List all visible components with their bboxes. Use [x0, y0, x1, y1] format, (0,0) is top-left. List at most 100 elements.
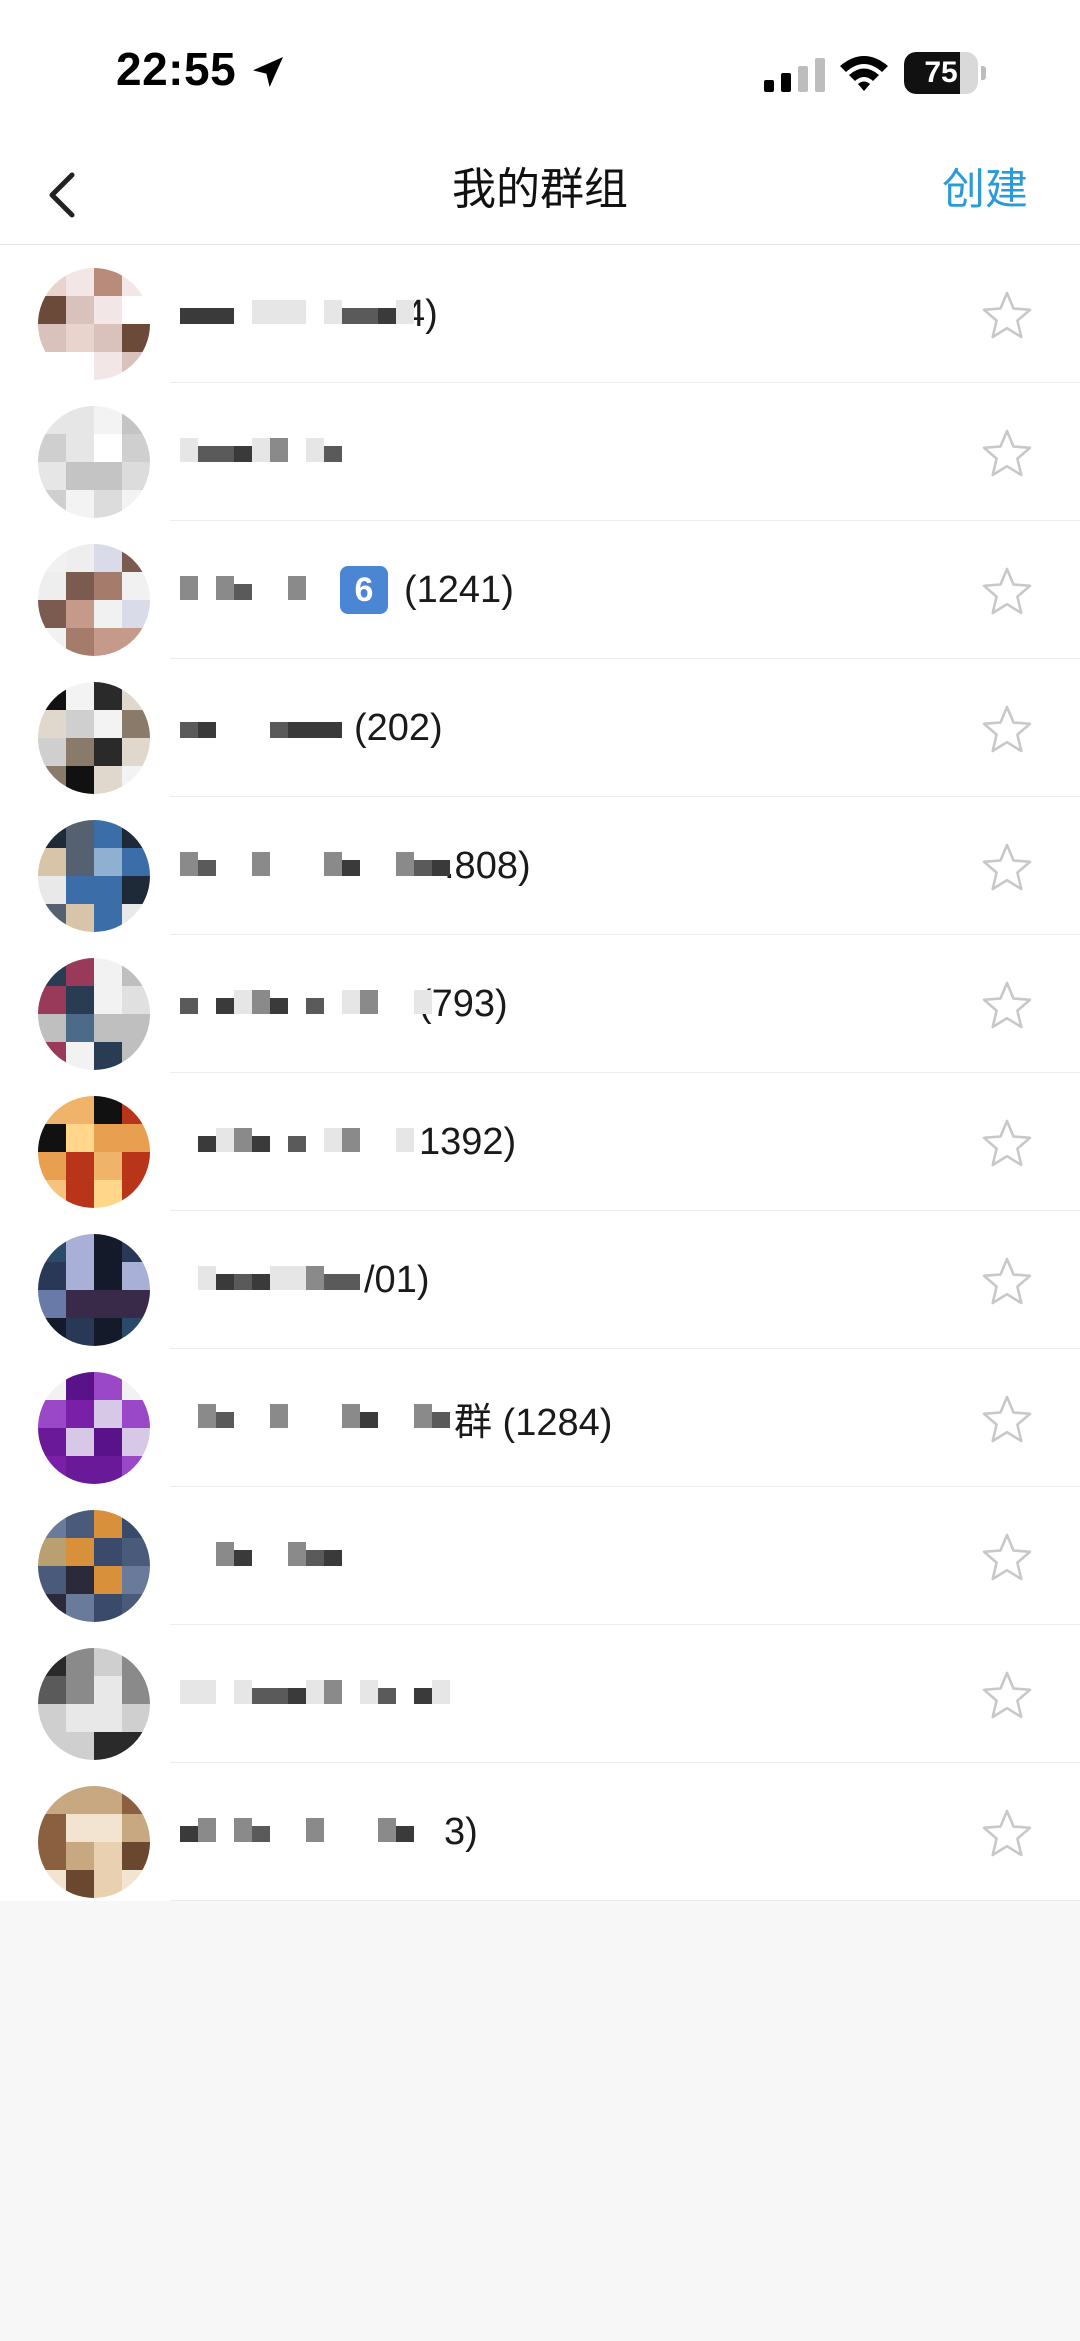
group-row[interactable]: 6 (1241) — [0, 521, 1080, 659]
name-mosaic-block — [252, 1688, 270, 1704]
name-mosaic-block — [432, 860, 450, 876]
name-mosaic-block — [234, 990, 252, 1014]
star-icon[interactable] — [980, 1393, 1034, 1447]
avatar-mosaic-cell — [38, 1842, 66, 1870]
name-mosaic-block — [342, 1128, 360, 1152]
avatar-mosaic-cell — [94, 572, 122, 600]
avatar-mosaic-cell — [66, 324, 94, 352]
group-row[interactable]: .808) — [0, 797, 1080, 935]
avatar-mosaic-cell — [94, 986, 122, 1014]
group-avatar — [38, 1096, 150, 1208]
avatar-mosaic-cell — [122, 1870, 150, 1898]
name-mosaic-block — [324, 446, 342, 462]
name-mosaic-block — [396, 1826, 414, 1842]
avatar-mosaic-cell — [66, 1566, 94, 1594]
avatar-mosaic-cell — [122, 904, 150, 932]
group-row[interactable]: 4) — [0, 245, 1080, 383]
name-mosaic-block — [324, 1550, 342, 1566]
name-mosaic-block — [378, 1688, 396, 1704]
battery-percent: 75 — [924, 56, 958, 89]
name-mosaic-block — [252, 1274, 270, 1290]
group-row[interactable]: 1392) — [0, 1073, 1080, 1211]
avatar-mosaic-cell — [66, 1400, 94, 1428]
avatar-mosaic-cell — [122, 1014, 150, 1042]
avatar-mosaic-cell — [38, 268, 66, 296]
group-row[interactable] — [0, 1487, 1080, 1625]
avatar-mosaic-cell — [38, 1732, 66, 1760]
name-mosaic-block — [252, 300, 270, 324]
avatar-mosaic-cell — [66, 682, 94, 710]
group-row[interactable]: (202) — [0, 659, 1080, 797]
avatar-mosaic-cell — [94, 1318, 122, 1346]
avatar-mosaic-cell — [38, 296, 66, 324]
name-mosaic-block — [252, 1136, 270, 1152]
avatar-mosaic-cell — [66, 1428, 94, 1456]
avatar-mosaic-cell — [122, 434, 150, 462]
avatar-mosaic-cell — [66, 710, 94, 738]
group-row[interactable]: (793) — [0, 935, 1080, 1073]
group-row[interactable] — [0, 1625, 1080, 1763]
group-row[interactable]: 群 (1284) — [0, 1349, 1080, 1487]
avatar-mosaic-cell — [38, 876, 66, 904]
name-mosaic-block — [198, 1136, 216, 1152]
star-icon[interactable] — [980, 979, 1034, 1033]
name-mosaic-block — [342, 1404, 360, 1428]
name-mosaic-block — [216, 1274, 234, 1290]
avatar-mosaic-cell — [94, 1842, 122, 1870]
avatar-mosaic-cell — [66, 406, 94, 434]
name-mosaic-block — [288, 1136, 306, 1152]
star-icon[interactable] — [980, 427, 1034, 481]
name-mosaic-block — [432, 1412, 450, 1428]
avatar-mosaic-cell — [66, 1704, 94, 1732]
avatar-mosaic-cell — [122, 1786, 150, 1814]
name-mosaic-block — [396, 300, 414, 324]
avatar-mosaic-cell — [38, 600, 66, 628]
avatar-mosaic-cell — [38, 820, 66, 848]
group-name: 3) — [180, 1798, 478, 1866]
group-row[interactable]: 3) — [0, 1763, 1080, 1901]
name-mosaic-block — [198, 1404, 216, 1428]
star-icon[interactable] — [980, 1531, 1034, 1585]
star-icon[interactable] — [980, 703, 1034, 757]
name-mosaic-block — [324, 852, 342, 876]
group-row[interactable] — [0, 383, 1080, 521]
star-icon[interactable] — [980, 289, 1034, 343]
star-icon[interactable] — [980, 1117, 1034, 1171]
avatar-mosaic-cell — [122, 352, 150, 380]
name-mosaic-block — [288, 1542, 306, 1566]
avatar-mosaic-cell — [94, 1732, 122, 1760]
avatar-mosaic-cell — [94, 710, 122, 738]
avatar-mosaic-cell — [122, 1456, 150, 1484]
avatar-mosaic-cell — [38, 462, 66, 490]
star-icon[interactable] — [980, 1669, 1034, 1723]
battery-icon: 75 — [904, 52, 986, 94]
avatar-mosaic-cell — [66, 1456, 94, 1484]
create-button[interactable]: 创建 — [942, 145, 1028, 235]
group-member-count: (793) — [419, 982, 508, 1025]
avatar-mosaic-cell — [122, 324, 150, 352]
avatar-mosaic-cell — [38, 1676, 66, 1704]
name-mosaic-block — [324, 1128, 342, 1152]
star-icon[interactable] — [980, 565, 1034, 619]
avatar-mosaic-cell — [66, 1180, 94, 1208]
avatar-mosaic-cell — [122, 296, 150, 324]
star-icon[interactable] — [980, 1255, 1034, 1309]
group-name: /01) — [180, 1246, 429, 1314]
avatar-mosaic-cell — [94, 1428, 122, 1456]
name-mosaic-block — [180, 1680, 198, 1704]
avatar-mosaic-cell — [94, 904, 122, 932]
avatar-mosaic-cell — [66, 1594, 94, 1622]
group-avatar — [38, 268, 150, 380]
name-mosaic-block — [270, 722, 288, 738]
group-row[interactable]: /01) — [0, 1211, 1080, 1349]
star-icon[interactable] — [980, 1807, 1034, 1861]
star-icon[interactable] — [980, 841, 1034, 895]
avatar-mosaic-cell — [66, 1538, 94, 1566]
navigation-bar: 我的群组 创建 — [0, 145, 1080, 245]
name-mosaic-block — [216, 446, 234, 462]
name-mosaic-block — [288, 300, 306, 324]
group-name — [180, 1660, 450, 1728]
name-mosaic-block — [234, 584, 252, 600]
avatar-mosaic-cell — [38, 1290, 66, 1318]
avatar-mosaic-cell — [94, 268, 122, 296]
